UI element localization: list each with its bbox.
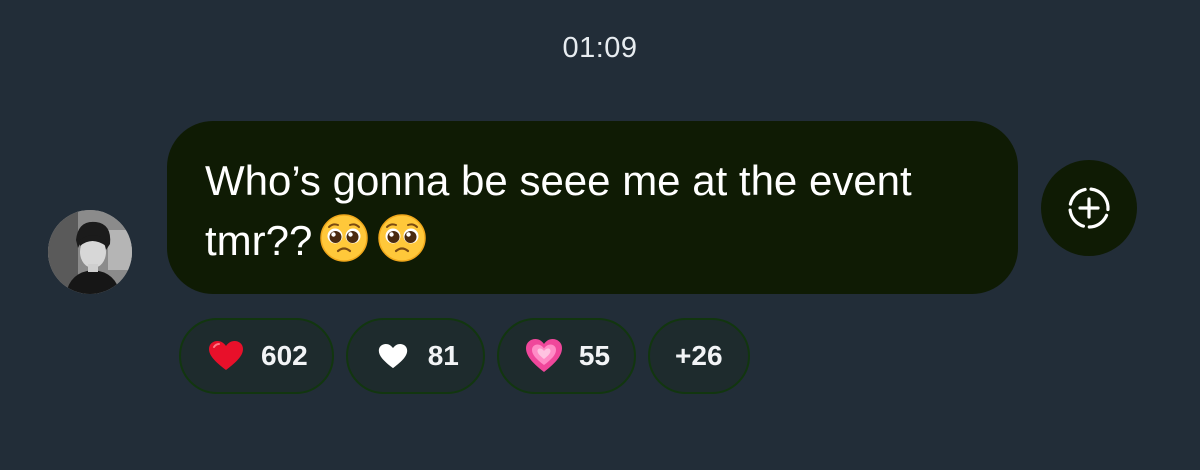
more-reactions-count: +26 bbox=[675, 340, 723, 371]
reaction-bar: 602 81 55 +26 bbox=[179, 318, 750, 394]
red-heart-icon bbox=[207, 337, 245, 375]
reaction-red-heart[interactable]: 602 bbox=[179, 318, 334, 394]
reaction-growing-pink-heart[interactable]: 55 bbox=[496, 318, 637, 394]
sender-avatar[interactable] bbox=[48, 210, 132, 294]
pleading-face-icon bbox=[376, 211, 428, 263]
add-reaction-button[interactable] bbox=[1041, 160, 1137, 256]
reaction-count: 55 bbox=[578, 340, 611, 371]
message-timestamp: 01:09 bbox=[562, 32, 638, 64]
message-text: Who’s gonna be seee me at the event tmr?… bbox=[205, 157, 924, 264]
profile-photo-icon bbox=[48, 210, 132, 294]
add-reaction-icon bbox=[1068, 187, 1110, 229]
more-reactions-button[interactable]: +26 bbox=[648, 318, 750, 394]
reaction-count: 81 bbox=[427, 340, 459, 371]
reaction-white-heart[interactable]: 81 bbox=[345, 318, 485, 394]
pleading-face-icon bbox=[318, 211, 370, 263]
message-bubble[interactable]: Who’s gonna be seee me at the event tmr?… bbox=[167, 121, 1018, 294]
white-heart-icon bbox=[374, 337, 412, 375]
growing-pink-heart-icon bbox=[525, 337, 563, 375]
reaction-count: 602 bbox=[261, 340, 308, 371]
